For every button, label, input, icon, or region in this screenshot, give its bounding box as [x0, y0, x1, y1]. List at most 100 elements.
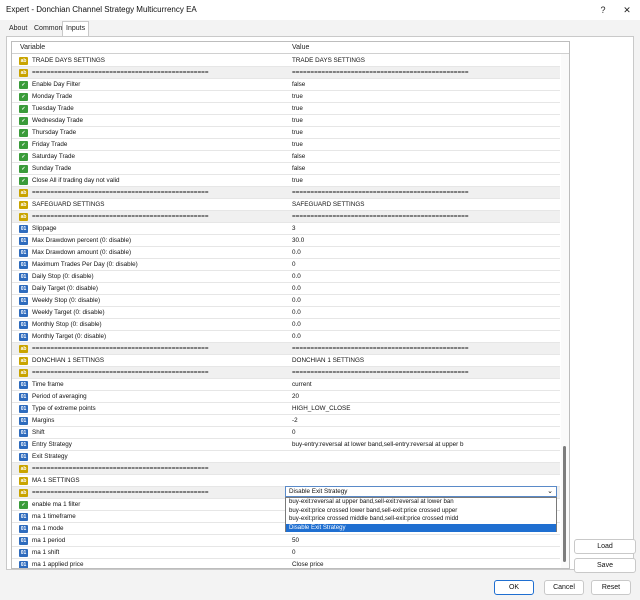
exit-strategy-select[interactable]: Disable Exit Strategy ⌄: [285, 486, 557, 497]
parameter-value[interactable]: 0: [292, 429, 558, 436]
parameter-row[interactable]: ✓ Sunday Trade false: [12, 163, 560, 175]
parameter-value[interactable]: true: [292, 129, 558, 136]
parameter-value[interactable]: TRADE DAYS SETTINGS: [292, 57, 558, 64]
parameter-row[interactable]: ab DONCHIAN 1 SETTINGS DONCHIAN 1 SETTINGS: [12, 355, 560, 367]
parameter-row[interactable]: 01 ma 1 shift 0: [12, 547, 560, 559]
parameter-row[interactable]: 01 Monthly Target (0: disable) 0.0: [12, 331, 560, 343]
parameter-row[interactable]: ✓ Monday Trade true: [12, 91, 560, 103]
parameter-value[interactable]: DONCHIAN 1 SETTINGS: [292, 357, 558, 364]
parameter-row[interactable]: ✓ Close All if trading day not valid true: [12, 175, 560, 187]
parameter-row[interactable]: ✓ Tuesday Trade true: [12, 103, 560, 115]
parameter-row[interactable]: 01 Entry Strategy buy-entry:reversal at lo…: [12, 439, 560, 451]
load-button[interactable]: Load: [574, 539, 636, 554]
parameter-row[interactable]: ✓ Saturday Trade false: [12, 151, 560, 163]
parameter-value[interactable]: HIGH_LOW_CLOSE: [292, 405, 558, 412]
parameter-value[interactable]: false: [292, 81, 558, 88]
parameter-value[interactable]: ========================================…: [292, 345, 558, 352]
parameter-name: Period of averaging: [32, 393, 87, 400]
parameter-value[interactable]: 0: [292, 549, 558, 556]
parameter-name: ========================================…: [32, 189, 209, 196]
parameter-row[interactable]: 01 Type of extreme points HIGH_LOW_CLOSE: [12, 403, 560, 415]
help-button[interactable]: ?: [596, 3, 610, 17]
parameter-value[interactable]: SAFEGUARD SETTINGS: [292, 201, 558, 208]
dropdown-option-selected[interactable]: Disable Exit Strategy: [286, 523, 556, 532]
parameter-value[interactable]: current: [292, 381, 558, 388]
parameter-row[interactable]: ✓ Thursday Trade true: [12, 127, 560, 139]
parameter-row[interactable]: 01 ma 1 applied price Close price: [12, 559, 560, 568]
reset-button[interactable]: Reset: [591, 580, 631, 595]
parameter-name: ========================================…: [32, 69, 209, 76]
scrollbar-thumb[interactable]: [563, 446, 566, 562]
parameter-value[interactable]: 0.0: [292, 285, 558, 292]
parameter-value[interactable]: ========================================…: [292, 213, 558, 220]
parameter-name: Wednesday Trade: [32, 117, 83, 124]
tab-common[interactable]: Common: [31, 22, 65, 36]
parameter-row[interactable]: 01 ma 1 period 50: [12, 535, 560, 547]
parameter-row[interactable]: 01 Maximum Trades Per Day (0: disable) 0: [12, 259, 560, 271]
parameter-row[interactable]: 01 Time frame current: [12, 379, 560, 391]
chevron-down-icon[interactable]: ⌄: [547, 487, 553, 495]
parameter-value[interactable]: 0.0: [292, 249, 558, 256]
parameter-row[interactable]: 01 Period of averaging 20: [12, 391, 560, 403]
parameter-value[interactable]: ========================================…: [292, 369, 558, 376]
parameter-value[interactable]: 3: [292, 225, 558, 232]
parameter-value[interactable]: 30.0: [292, 237, 558, 244]
ok-button[interactable]: OK: [494, 580, 534, 595]
parameter-value[interactable]: ========================================…: [292, 69, 558, 76]
parameter-row[interactable]: ab ======================================…: [12, 187, 560, 199]
parameter-row[interactable]: 01 Max Drawdown amount (0: disable) 0.0: [12, 247, 560, 259]
dropdown-option[interactable]: buy-exit:price crossed middle band,sell-…: [286, 515, 556, 524]
parameter-value[interactable]: true: [292, 117, 558, 124]
cancel-button[interactable]: Cancel: [544, 580, 584, 595]
parameter-value[interactable]: 0.0: [292, 321, 558, 328]
parameter-name: ma 1 applied price: [32, 561, 84, 568]
parameter-value[interactable]: false: [292, 153, 558, 160]
parameter-row[interactable]: 01 Max Drawdown percent (0: disable) 30.0: [12, 235, 560, 247]
parameter-row[interactable]: 01 Shift 0: [12, 427, 560, 439]
parameter-value[interactable]: 0.0: [292, 297, 558, 304]
parameter-row[interactable]: ab ======================================…: [12, 67, 560, 79]
parameter-row[interactable]: ✓ Wednesday Trade true: [12, 115, 560, 127]
parameter-value[interactable]: 0.0: [292, 273, 558, 280]
parameter-value[interactable]: true: [292, 105, 558, 112]
parameter-row[interactable]: ab ======================================…: [12, 463, 560, 475]
close-icon[interactable]: ✕: [620, 3, 634, 17]
parameter-value[interactable]: true: [292, 93, 558, 100]
parameter-value[interactable]: 50: [292, 537, 558, 544]
parameter-row[interactable]: ab TRADE DAYS SETTINGS TRADE DAYS SETTINGS: [12, 55, 560, 67]
parameter-row[interactable]: 01 Daily Target (0: disable) 0.0: [12, 283, 560, 295]
parameter-value[interactable]: 0.0: [292, 309, 558, 316]
parameter-value[interactable]: 0: [292, 261, 558, 268]
dropdown-option[interactable]: buy-exit:reversal at upper band,sell-exi…: [286, 498, 556, 507]
parameter-value[interactable]: Close price: [292, 561, 558, 568]
parameter-value[interactable]: 20: [292, 393, 558, 400]
parameter-row[interactable]: ab ======================================…: [12, 211, 560, 223]
parameter-value[interactable]: true: [292, 141, 558, 148]
parameter-row[interactable]: 01 Margins -2: [12, 415, 560, 427]
dropdown-option[interactable]: buy-exit:price crossed lower band,sell-e…: [286, 507, 556, 516]
parameter-value[interactable]: true: [292, 177, 558, 184]
tab-inputs[interactable]: Inputs: [62, 21, 90, 36]
save-button[interactable]: Save: [574, 558, 636, 573]
parameter-value[interactable]: -2: [292, 417, 558, 424]
parameter-value[interactable]: ========================================…: [292, 189, 558, 196]
parameter-row[interactable]: ✓ Friday Trade true: [12, 139, 560, 151]
parameter-name: Max Drawdown percent (0: disable): [32, 237, 132, 244]
parameter-value[interactable]: false: [292, 165, 558, 172]
tab-about[interactable]: About: [6, 22, 30, 36]
parameter-row[interactable]: 01 Exit Strategy: [12, 451, 560, 463]
parameter-row[interactable]: 01 Weekly Stop (0: disable) 0.0: [12, 295, 560, 307]
parameter-row[interactable]: ✓ Enable Day Filter false: [12, 79, 560, 91]
parameter-row[interactable]: 01 Daily Stop (0: disable) 0.0: [12, 271, 560, 283]
parameter-row[interactable]: ab ======================================…: [12, 343, 560, 355]
parameter-row[interactable]: ab SAFEGUARD SETTINGS SAFEGUARD SETTINGS: [12, 199, 560, 211]
parameter-row[interactable]: 01 Monthly Stop (0: disable) 0.0: [12, 319, 560, 331]
parameter-value[interactable]: 0.0: [292, 333, 558, 340]
parameter-name: ========================================…: [32, 465, 209, 472]
vertical-scrollbar[interactable]: [561, 54, 569, 568]
type-bool-icon: ✓: [19, 105, 28, 113]
parameter-row[interactable]: ab ======================================…: [12, 367, 560, 379]
parameter-value[interactable]: buy-entry:reversal at lower band,sell-en…: [292, 441, 558, 448]
parameter-row[interactable]: 01 Weekly Target (0: disable) 0.0: [12, 307, 560, 319]
parameter-row[interactable]: 01 Slippage 3: [12, 223, 560, 235]
